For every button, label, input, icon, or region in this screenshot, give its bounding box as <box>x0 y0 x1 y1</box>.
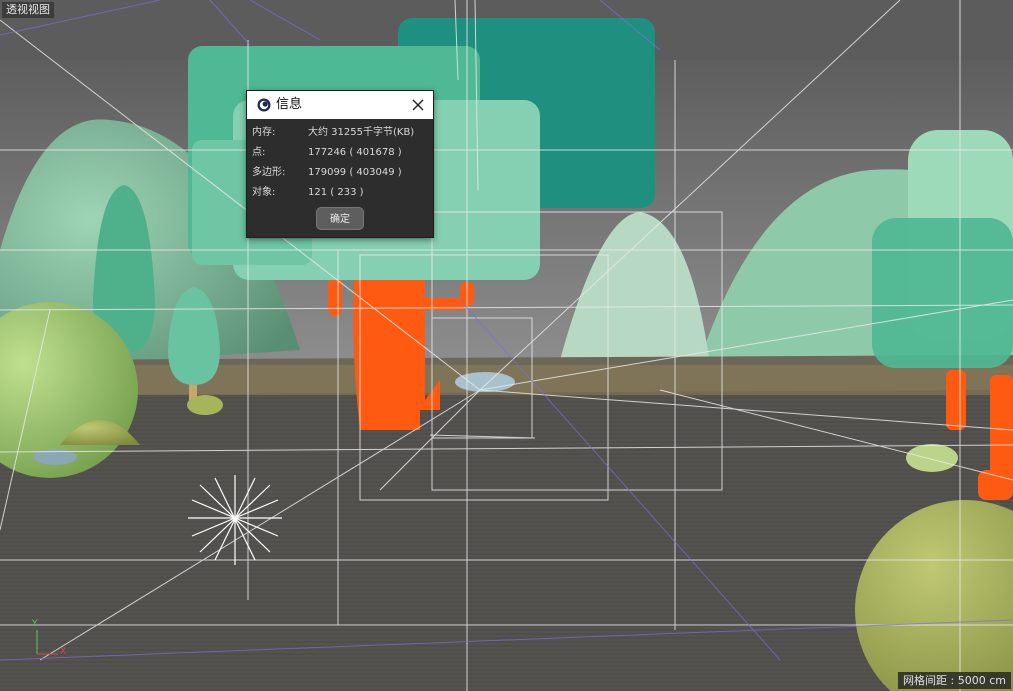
info-value: 大约 31255千字节(KB) <box>308 127 415 138</box>
viewport-3d[interactable]: 透视视图 网格间距 : 5000 cm Y X 信息 内存: 大约 31255千… <box>0 0 1013 691</box>
cinema4d-app-icon <box>257 98 271 112</box>
view-name-label: 透视视图 <box>2 2 54 18</box>
orange-right-arm <box>946 370 966 430</box>
info-value: 121 ( 233 ) <box>308 187 364 198</box>
axis-y-label: Y <box>32 619 38 629</box>
grid-spacing-label: 网格间距 : 5000 cm <box>898 672 1011 689</box>
bush-right <box>906 444 958 472</box>
info-label: 点: <box>252 147 266 158</box>
info-row-polygons: 多边形: 179099 ( 403049 ) <box>247 163 433 183</box>
close-icon[interactable] <box>410 97 426 113</box>
info-value: 177246 ( 401678 ) <box>308 147 402 158</box>
dialog-titlebar[interactable]: 信息 <box>247 91 433 119</box>
info-row-objects: 对象: 121 ( 233 ) <box>247 183 433 203</box>
bush-small <box>187 395 223 415</box>
dialog-title: 信息 <box>276 97 303 112</box>
scene-render[interactable] <box>0 0 1013 691</box>
ground-band <box>130 365 1013 395</box>
info-row-memory: 内存: 大约 31255千字节(KB) <box>247 123 433 143</box>
cactus-arm-left <box>328 278 342 316</box>
info-label: 内存: <box>252 127 276 138</box>
info-label: 对象: <box>252 187 276 198</box>
ok-button[interactable]: 确定 <box>316 207 364 230</box>
axis-x-label: X <box>60 647 67 657</box>
info-dialog[interactable]: 信息 内存: 大约 31255千字节(KB) 点: 177246 ( 40167… <box>246 90 434 238</box>
info-row-points: 点: 177246 ( 401678 ) <box>247 143 433 163</box>
block-right-mid <box>872 218 1013 368</box>
info-rows: 内存: 大约 31255千字节(KB) 点: 177246 ( 401678 )… <box>247 119 433 203</box>
info-label: 多边形: <box>252 167 286 178</box>
info-value: 179099 ( 403049 ) <box>308 167 402 178</box>
orange-right-foot <box>978 470 1013 500</box>
